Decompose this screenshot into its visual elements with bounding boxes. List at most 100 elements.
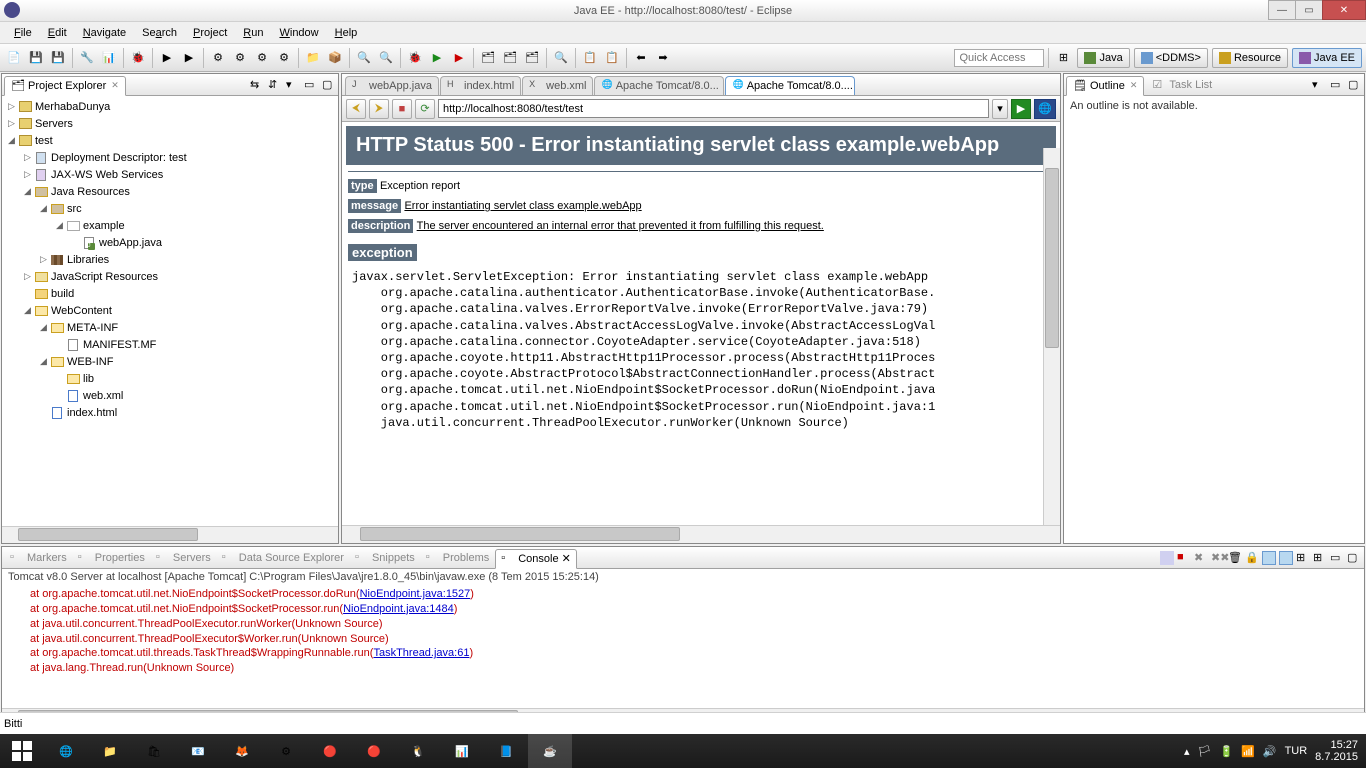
url-input[interactable] <box>438 99 989 118</box>
tree-item[interactable]: ◢META-INF <box>2 319 338 336</box>
tree-item[interactable]: ◢Java Resources <box>2 183 338 200</box>
editor-tab[interactable]: JwebApp.java <box>345 76 439 95</box>
console-view-tab[interactable]: ▫Snippets <box>350 549 420 567</box>
tool-icon[interactable]: 📋 <box>602 48 622 68</box>
browser-back-icon[interactable]: ⮜ <box>346 99 366 119</box>
tool-icon[interactable]: ⚙ <box>252 48 272 68</box>
url-dropdown-icon[interactable]: ▾ <box>992 99 1008 119</box>
console-view-tab[interactable]: ▫Servers <box>151 549 216 567</box>
tasklist-tab[interactable]: ☑ Task List <box>1146 75 1218 94</box>
new-console-icon[interactable]: ⊞ <box>1313 551 1327 565</box>
console-view-tab[interactable]: ▫Properties <box>73 549 150 567</box>
tree-item[interactable]: lib <box>2 370 338 387</box>
editor-tab[interactable]: 🌐Apache Tomcat/8.0....✕ <box>725 76 855 95</box>
browser-stop-icon[interactable]: ■ <box>392 99 412 119</box>
horizontal-scrollbar[interactable] <box>2 526 338 543</box>
menu-edit[interactable]: Edit <box>40 25 75 41</box>
maximize-button[interactable]: ▭ <box>1295 0 1323 20</box>
collapse-all-icon[interactable]: ⇆ <box>250 78 264 92</box>
tray-battery-icon[interactable]: 🔋 <box>1219 745 1233 758</box>
debug-run-icon[interactable]: 🐞 <box>405 48 425 68</box>
remove-launch-icon[interactable]: ✖ <box>1194 551 1208 565</box>
maximize-view-icon[interactable]: ▢ <box>322 78 336 92</box>
console-view-tab[interactable]: ▫Problems <box>421 549 494 567</box>
tree-item[interactable]: build <box>2 285 338 302</box>
maximize-view-icon[interactable]: ▢ <box>1347 551 1361 565</box>
browser-globe-icon[interactable]: 🌐 <box>1034 99 1056 119</box>
editor-tab[interactable]: Xweb.xml <box>522 76 593 95</box>
maximize-view-icon[interactable]: ▢ <box>1348 78 1362 92</box>
tree-item[interactable]: ▷MerhabaDunya <box>2 98 338 115</box>
tree-item[interactable]: MANIFEST.MF <box>2 336 338 353</box>
tray-up-icon[interactable]: ▴ <box>1184 745 1190 758</box>
tree-item[interactable]: JwebApp.java <box>2 234 338 251</box>
terminate-icon[interactable]: ■ <box>1177 551 1191 565</box>
taskbar-explorer-icon[interactable]: 📁 <box>88 734 132 768</box>
console-view-tab[interactable]: ▫Console ✕ <box>495 549 577 569</box>
taskbar-chrome-icon[interactable]: 🔴 <box>308 734 352 768</box>
view-menu-icon[interactable]: ▾ <box>286 78 300 92</box>
search-icon[interactable]: 🔍 <box>551 48 571 68</box>
link-editor-icon[interactable]: ⇵ <box>268 78 282 92</box>
tool-icon[interactable]: ⚙ <box>230 48 250 68</box>
console-output[interactable]: at org.apache.tomcat.util.net.NioEndpoin… <box>2 585 1364 708</box>
close-button[interactable]: ✕ <box>1322 0 1366 20</box>
open-perspective-icon[interactable]: ⊞ <box>1053 48 1073 68</box>
minimize-view-icon[interactable]: ▭ <box>1330 78 1344 92</box>
menu-navigate[interactable]: Navigate <box>75 25 134 41</box>
run-ext-icon[interactable]: ▶ <box>449 48 469 68</box>
tree-item[interactable]: ◢WEB-INF <box>2 353 338 370</box>
tray-network-icon[interactable]: 📶 <box>1241 745 1255 758</box>
tool-icon[interactable]: 🗂 <box>500 48 520 68</box>
new-icon[interactable]: 📄 <box>4 48 24 68</box>
taskbar-app-icon[interactable]: 🐧 <box>396 734 440 768</box>
taskbar-app-icon[interactable]: 📧 <box>176 734 220 768</box>
tray-lang[interactable]: TUR <box>1285 745 1308 757</box>
project-explorer-tab[interactable]: 🗂 Project Explorer ✕ <box>4 76 126 96</box>
taskbar-app-icon[interactable]: ⚙ <box>264 734 308 768</box>
save-all-icon[interactable]: 💾 <box>48 48 68 68</box>
save-icon[interactable]: 💾 <box>26 48 46 68</box>
tree-item[interactable]: ◢test <box>2 132 338 149</box>
menu-file[interactable]: File <box>6 25 40 41</box>
scroll-lock-icon[interactable]: 🔒 <box>1245 551 1259 565</box>
taskbar-app-icon[interactable]: 🦊 <box>220 734 264 768</box>
tool-icon[interactable]: 📋 <box>580 48 600 68</box>
tool-icon[interactable]: 🔍 <box>376 48 396 68</box>
browser-go-button[interactable]: ▶ <box>1011 99 1031 119</box>
server-icon[interactable]: ▶ <box>179 48 199 68</box>
console-view-tab[interactable]: ▫Markers <box>5 549 72 567</box>
start-button[interactable] <box>0 734 44 768</box>
tool-icon[interactable]: ⚙ <box>274 48 294 68</box>
menu-run[interactable]: Run <box>235 25 271 41</box>
tray-volume-icon[interactable]: 🔊 <box>1263 745 1277 758</box>
remove-all-icon[interactable]: ✖✖ <box>1211 551 1225 565</box>
tool-icon[interactable]: ⚙ <box>208 48 228 68</box>
quick-access-input[interactable] <box>954 49 1044 67</box>
browser-content[interactable]: HTTP Status 500 - Error instantiating se… <box>342 122 1060 525</box>
tool-icon[interactable]: 📊 <box>99 48 119 68</box>
tree-item[interactable]: ▷Libraries <box>2 251 338 268</box>
new-project-icon[interactable]: 📁 <box>303 48 323 68</box>
run-icon[interactable]: ▶ <box>427 48 447 68</box>
taskbar-ie-icon[interactable]: 🌐 <box>44 734 88 768</box>
outline-tab[interactable]: 🗒 Outline ✕ <box>1066 76 1144 96</box>
taskbar-store-icon[interactable]: 🛍 <box>132 734 176 768</box>
tree-item[interactable]: ▷Servers <box>2 115 338 132</box>
tool-icon[interactable]: 🗂 <box>478 48 498 68</box>
menu-help[interactable]: Help <box>327 25 366 41</box>
tray-time[interactable]: 15:27 <box>1315 739 1358 751</box>
tree-item[interactable]: web.xml <box>2 387 338 404</box>
perspective-resource[interactable]: Resource <box>1212 48 1288 68</box>
tree-item[interactable]: ◢WebContent <box>2 302 338 319</box>
console-tool-icon[interactable] <box>1160 551 1174 565</box>
menu-search[interactable]: Search <box>134 25 185 41</box>
perspective-javaee[interactable]: Java EE <box>1292 48 1362 68</box>
new-package-icon[interactable]: 📦 <box>325 48 345 68</box>
tool-icon[interactable]: 🔍 <box>354 48 374 68</box>
taskbar-app-icon[interactable]: 📘 <box>484 734 528 768</box>
project-tree[interactable]: ▷MerhabaDunya▷Servers◢test▷Deployment De… <box>2 96 338 526</box>
clear-console-icon[interactable]: 🗑 <box>1228 551 1242 565</box>
system-tray[interactable]: ▴ 🏳 🔋 📶 🔊 TUR 15:27 8.7.2015 <box>1184 739 1366 763</box>
editor-tab[interactable]: 🌐Apache Tomcat/8.0... <box>594 76 724 95</box>
